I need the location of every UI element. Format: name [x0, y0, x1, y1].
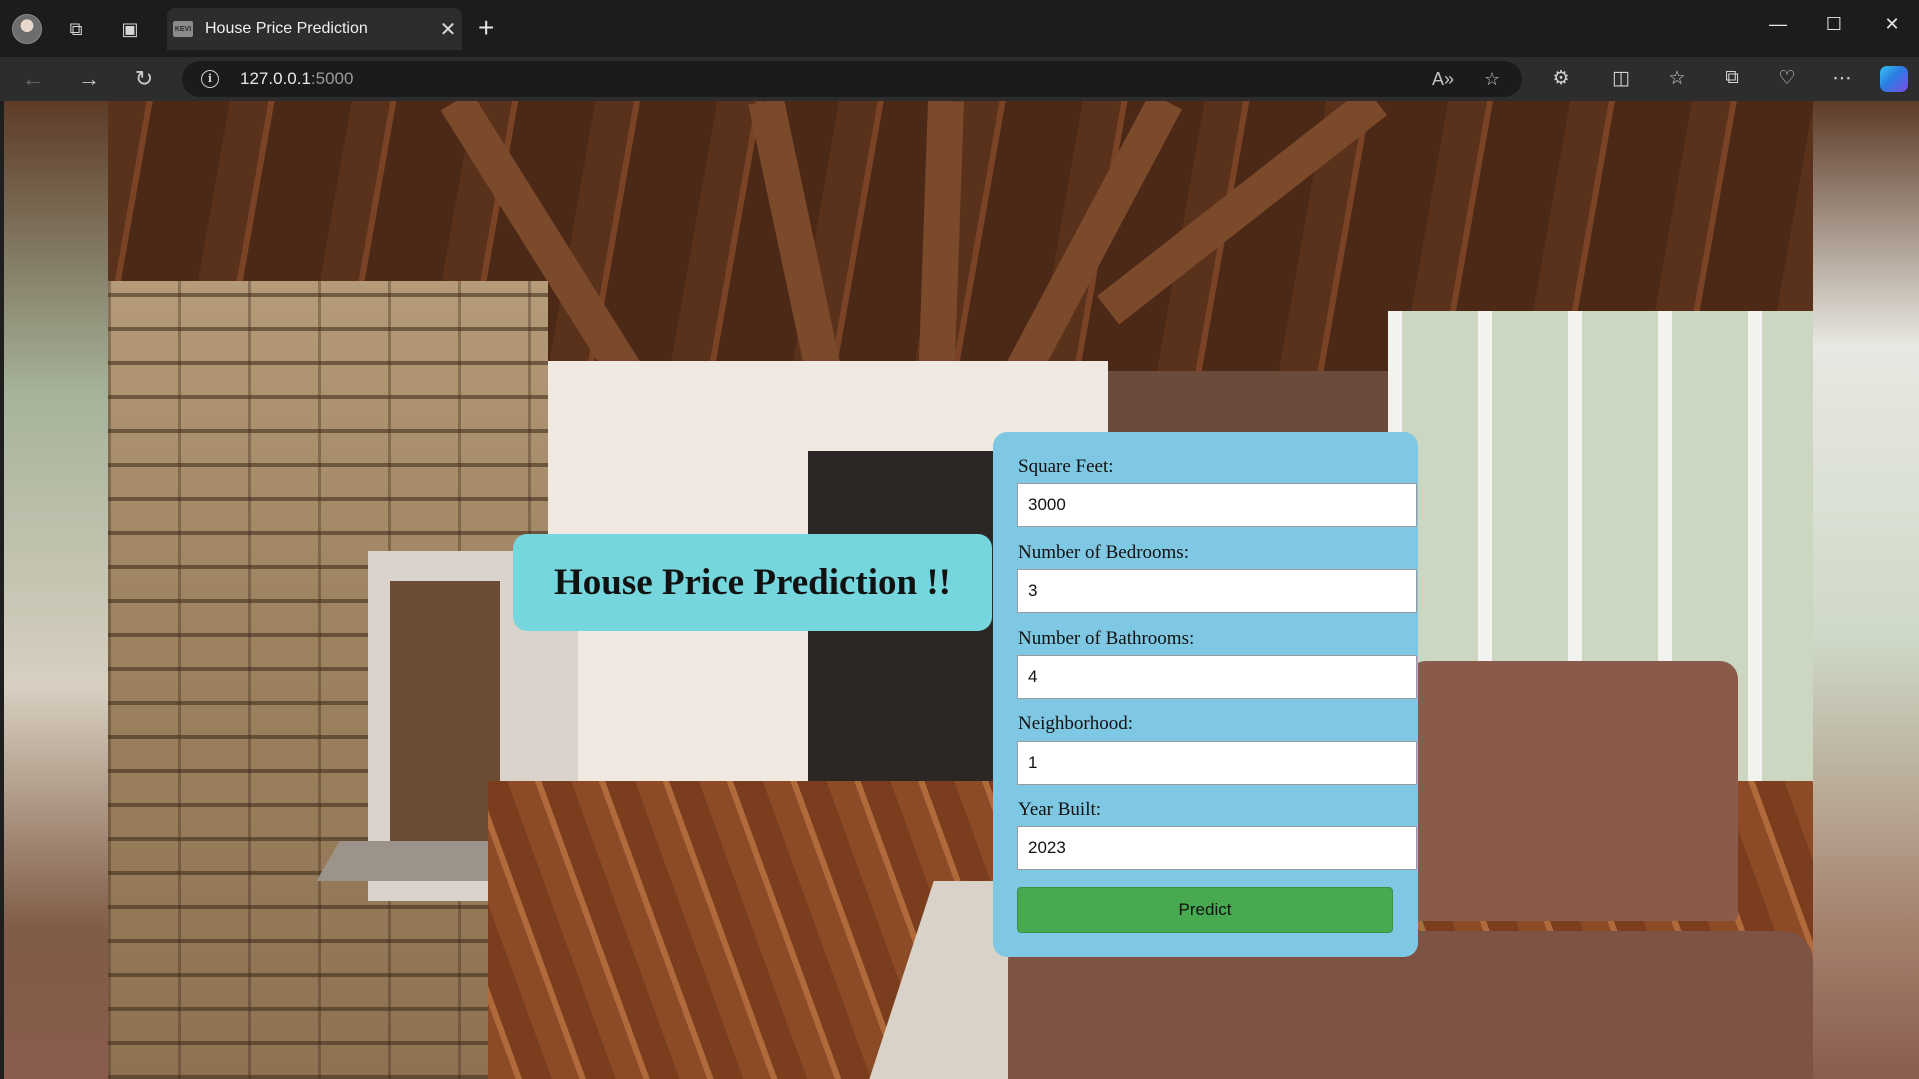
page-title: House Price Prediction !!	[554, 562, 951, 603]
new-tab-icon[interactable]: +	[478, 14, 494, 42]
background-image-tile-right	[1813, 101, 1919, 1079]
url-text[interactable]: 127.0.0.1:5000	[240, 69, 353, 89]
prediction-form: Square Feet: Number of Bedrooms: Number …	[993, 432, 1418, 957]
title-card: House Price Prediction !!	[513, 534, 992, 631]
browser-tab[interactable]: KEVI House Price Prediction ✕	[167, 8, 462, 50]
browser-toolbar: ← → ↻ i 127.0.0.1:5000 A» ☆ ⚙ ◫ ☆ ⧉ ♡ ⋯	[0, 57, 1919, 101]
bedrooms-label: Number of Bedrooms:	[1018, 542, 1189, 563]
site-info-icon[interactable]: i	[201, 70, 219, 88]
minimize-icon[interactable]: —	[1766, 14, 1790, 35]
split-screen-icon[interactable]: ◫	[1608, 67, 1634, 90]
address-bar[interactable]: i 127.0.0.1:5000 A» ☆	[182, 61, 1522, 97]
background-image-tile-left	[4, 101, 108, 1079]
tab-title: House Price Prediction	[205, 20, 368, 37]
url-host: 127.0.0.1	[240, 69, 311, 88]
refresh-icon[interactable]: ↻	[129, 67, 159, 91]
browser-tab-bar: ⧉ ▣ KEVI House Price Prediction ✕ + — ☐ …	[0, 0, 1919, 57]
more-icon[interactable]: ⋯	[1829, 67, 1855, 90]
predict-button[interactable]: Predict	[1017, 887, 1393, 933]
square-feet-label: Square Feet:	[1018, 456, 1114, 477]
extensions-icon[interactable]: ⚙	[1548, 67, 1574, 90]
bedrooms-input[interactable]	[1017, 569, 1417, 613]
workspaces-icon[interactable]: ⧉	[64, 17, 88, 41]
square-feet-input[interactable]	[1017, 483, 1417, 527]
vertical-tabs-icon[interactable]: ▣	[118, 17, 142, 41]
year-built-input[interactable]	[1017, 826, 1417, 870]
close-tab-icon[interactable]: ✕	[434, 17, 462, 42]
close-window-icon[interactable]: ✕	[1880, 14, 1904, 35]
collections-icon[interactable]: ⧉	[1719, 67, 1745, 89]
bathrooms-label: Number of Bathrooms:	[1018, 628, 1195, 649]
forward-arrow-icon[interactable]: →	[74, 67, 104, 91]
neighborhood-label: Neighborhood:	[1018, 713, 1134, 734]
back-arrow-icon[interactable]: ←	[18, 67, 48, 91]
tab-favicon-icon: KEVI	[173, 21, 193, 37]
profile-avatar[interactable]	[12, 14, 42, 44]
maximize-icon[interactable]: ☐	[1822, 14, 1846, 35]
year-built-label: Year Built:	[1018, 799, 1102, 820]
page-viewport: House Price Prediction !! Square Feet: N…	[4, 101, 1919, 1079]
star-icon[interactable]: ☆	[1484, 69, 1500, 90]
neighborhood-input[interactable]	[1017, 741, 1417, 785]
url-port: :5000	[310, 69, 354, 88]
heart-icon[interactable]: ♡	[1774, 67, 1800, 90]
copilot-icon[interactable]	[1880, 66, 1908, 92]
favorites-icon[interactable]: ☆	[1664, 67, 1690, 90]
bathrooms-input[interactable]	[1017, 655, 1417, 699]
read-aloud-icon[interactable]: A»	[1432, 69, 1454, 90]
